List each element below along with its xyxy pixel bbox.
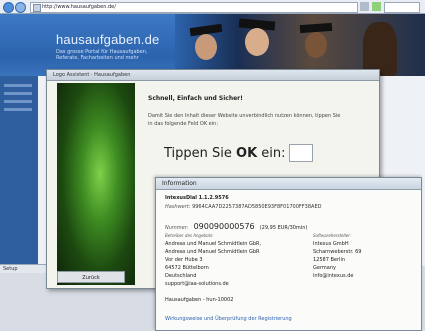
operator-label: Betreiber des Angebots: [165,233,214,238]
go-icon[interactable] [360,2,369,11]
vendor-label: Softwarehersteller: [313,233,352,238]
address-line: 64572 Büttelborn [165,265,209,271]
hash-line: Hashwert: 9964CAA7D2257387AD5850E93F8F01… [165,204,321,210]
address-line: Scharnweberstr. 69 [313,249,362,255]
address-line: Intexus GmbH [313,241,349,247]
sidebar-item[interactable] [4,92,32,95]
page-icon [33,4,41,12]
sidebar-item[interactable] [4,84,32,87]
site-tagline: Das grosse Portal für Hausaufgaben, Refe… [56,49,148,61]
info-title: Information [162,180,197,187]
ok-prompt-prefix: Tippen Sie [164,146,232,161]
information-window: Information IntexusDial 1.1.2.9576 Hashw… [155,177,422,331]
student-face [245,28,269,56]
dial-price: (29,95 EUR/30min) [259,225,308,231]
address-bar[interactable]: http://www.hausaufgaben.de/ [30,2,358,13]
ok-prompt-ok: OK [236,146,258,161]
registration-link[interactable]: Wirkungsweise und Überprüfung der Regist… [165,316,292,322]
address-line: Deutschland [165,273,197,279]
dial-number: 090090000576 [193,222,255,231]
sidebar [0,76,38,268]
address-url: http://www.hausaufgaben.de/ [42,4,116,10]
number-line: Nummer: 090090000576 (29,95 EUR/30min) [165,214,307,233]
browser-tab[interactable] [384,2,420,13]
toolbar-icon[interactable] [372,2,381,11]
site-logo[interactable]: hausaufgaben.de [56,32,159,47]
student-hair [363,22,397,76]
ok-prompt: Tippen Sie OK ein: [164,146,286,161]
product-name: IntexusDial 1.1.2.9576 [165,195,229,201]
dialog-titlebar[interactable]: Logo Assistent · Hausaufgaben [47,70,379,81]
dialog-heading: Schnell, Einfach und Sicher! [148,95,243,102]
header-photo [175,14,425,76]
address-line: Germany [313,265,336,271]
email-line: support@iaa-solutions.de [165,281,229,287]
hash-label: Hashwert: [165,204,191,210]
back-arrow-icon[interactable] [3,2,14,13]
browser-toolbar: http://www.hausaufgaben.de/ [0,0,425,14]
dialer-id: Hausaufgaben - hun-10002 [165,297,234,303]
address-line: Vor der Hube 3 [165,257,203,263]
student-face [195,34,217,60]
dialog-instructions: Damit Sie den Inhalt dieser Website unve… [148,113,341,127]
back-button[interactable]: Zurück [57,271,125,283]
operator-address: Andreas und Manuel Schmidtlein GbR, Andr… [165,240,310,288]
number-label: Nummer: [165,225,189,231]
address-line: Andreas und Manuel Schmidtlein GbR, [165,241,262,247]
hash-value: 9964CAA7D2257387AD5850E93F8F01700FF38AED [192,204,322,210]
forward-arrow-icon[interactable] [15,2,26,13]
address-line: 12587 Berlin [313,257,346,263]
email-line: info@intexus.de [313,273,354,279]
info-titlebar[interactable]: Information [156,178,421,190]
sidebar-item[interactable] [4,100,32,103]
address-line: Andreas und Manuel Schmidtlein GbR [165,249,260,255]
ok-prompt-suffix: ein: [261,146,286,161]
dialog-side-image [57,83,135,285]
ok-input-field[interactable] [289,144,313,162]
student-face [305,32,327,58]
dialog-title: Logo Assistent · Hausaufgaben [53,72,131,78]
sidebar-item[interactable] [4,108,32,111]
vendor-address: Intexus GmbH Scharnweberstr. 69 12587 Be… [313,240,413,280]
site-header: hausaufgaben.de Das grosse Portal für Ha… [0,14,425,76]
status-text: Setup [3,266,18,272]
